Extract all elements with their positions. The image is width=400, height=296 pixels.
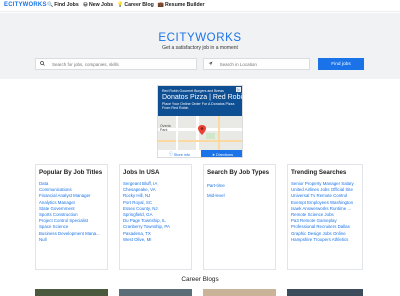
job-types-heading: Search By Job Types xyxy=(207,169,270,176)
location-arrow-icon xyxy=(208,61,216,68)
nav-find-jobs[interactable]: 🔍Find Jobs xyxy=(47,2,79,8)
popular-job-titles-card: Popular By Job Titles Data Communication… xyxy=(35,164,108,270)
search-icon xyxy=(40,60,48,68)
bulb-icon: 💡 xyxy=(117,2,124,8)
ad-advertiser: Red Robin Gourmet Burgers and Brews xyxy=(162,89,224,93)
job-types-list: Part-time Mid-level xyxy=(207,181,272,201)
jobs-in-usa-list: Sergeant Bluff, IA Chesapeake, VA Rocky … xyxy=(123,181,188,243)
map-graphic xyxy=(158,116,242,150)
trending-searches-list: Senior Property Manager Salary United Ai… xyxy=(291,181,359,243)
trending-searches-card: Trending Searches Senior Property Manage… xyxy=(287,164,363,270)
ad-actions: ⓘ Store info ➤ Directions xyxy=(158,150,242,157)
ad-description: Place Your Online Order For A Donatos Pi… xyxy=(162,102,235,111)
directions-button[interactable]: ➤ Directions xyxy=(201,150,242,157)
trending-search-link[interactable]: Hampshire Troopers Athletics xyxy=(291,237,359,243)
nav-resume-builder[interactable]: 💼Resume Builder xyxy=(158,2,205,8)
trending-searches-heading: Trending Searches xyxy=(291,169,347,176)
popular-job-title-link[interactable]: Business Development Mana... xyxy=(39,231,104,237)
popular-job-title-link[interactable]: Null xyxy=(39,237,104,243)
map-area-label: Overla Park xyxy=(160,124,171,132)
job-type-link[interactable]: Mid-level xyxy=(207,191,272,201)
popular-job-titles-list: Data Communications Financial Analyst Ma… xyxy=(39,181,104,243)
job-search-input[interactable] xyxy=(52,61,196,67)
jobs-in-usa-heading: Jobs In USA xyxy=(123,169,160,176)
blog-thumbnail[interactable] xyxy=(287,289,363,296)
ad-map[interactable]: Overla Park xyxy=(158,116,242,150)
store-info-label: Store info xyxy=(173,152,191,157)
usa-location-link[interactable]: West Olive, MI xyxy=(123,237,188,243)
directions-label: Directions xyxy=(216,152,234,157)
nav-career-blog-label: Career Blog xyxy=(124,2,154,8)
blog-thumbnail[interactable] xyxy=(35,289,108,296)
hero-title: ECITYWORKS xyxy=(158,32,242,44)
find-jobs-button[interactable]: Find jobs xyxy=(318,58,364,70)
site-logo[interactable]: ECITYWORKS xyxy=(4,2,47,8)
location-search-input[interactable] xyxy=(219,61,309,67)
nav-new-jobs[interactable]: 😀New Jobs xyxy=(83,2,113,8)
jobs-in-usa-card: Jobs In USA Sergeant Bluff, IA Chesapeak… xyxy=(119,164,192,270)
nav-new-jobs-label: New Jobs xyxy=(88,2,114,8)
store-info-button[interactable]: ⓘ Store info xyxy=(158,150,201,157)
nav-resume-builder-label: Resume Builder xyxy=(165,2,205,8)
hero-section: ECITYWORKS Get a satisfactory job in a m… xyxy=(0,13,400,79)
ad-close-icon[interactable]: ▷ xyxy=(236,87,241,92)
directions-icon: ➤ xyxy=(211,153,216,157)
nav-find-jobs-label: Find Jobs xyxy=(54,2,79,8)
ad-header: Red Robin Gourmet Burgers and Brews Dona… xyxy=(158,86,242,116)
job-type-link[interactable]: Part-time xyxy=(207,181,272,191)
hero-subtitle: Get a satisfactory job in a moment xyxy=(162,45,238,51)
blog-thumbnail[interactable] xyxy=(203,289,276,296)
career-blogs-heading: Career Blogs xyxy=(181,276,219,283)
job-types-card: Search By Job Types Part-time Mid-level xyxy=(203,164,276,270)
location-search-box[interactable] xyxy=(203,58,310,70)
nav-links: 🔍Find Jobs 😀New Jobs 💡Career Blog 💼Resum… xyxy=(47,2,205,8)
blog-thumbnail[interactable] xyxy=(119,289,192,296)
info-icon: ⓘ xyxy=(168,152,173,156)
briefcase-icon: 💼 xyxy=(157,2,165,8)
map-advertisement[interactable]: Red Robin Gourmet Burgers and Brews Dona… xyxy=(157,85,243,158)
job-search-box[interactable] xyxy=(35,58,197,70)
trending-search-link[interactable]: Exempt Employees Washington xyxy=(291,200,359,206)
trending-search-link[interactable]: Professional Recruiters Dallas xyxy=(291,224,359,230)
magnifier-icon: 🔍 xyxy=(47,2,54,8)
popular-job-titles-heading: Popular By Job Titles xyxy=(39,169,103,176)
nav-career-blog[interactable]: 💡Career Blog xyxy=(117,2,154,8)
ad-headline[interactable]: Donatos Pizza | Red Robin® xyxy=(162,94,242,101)
smile-icon: 😀 xyxy=(82,2,88,8)
top-nav: ECITYWORKS 🔍Find Jobs 😀New Jobs 💡Career … xyxy=(0,0,400,12)
